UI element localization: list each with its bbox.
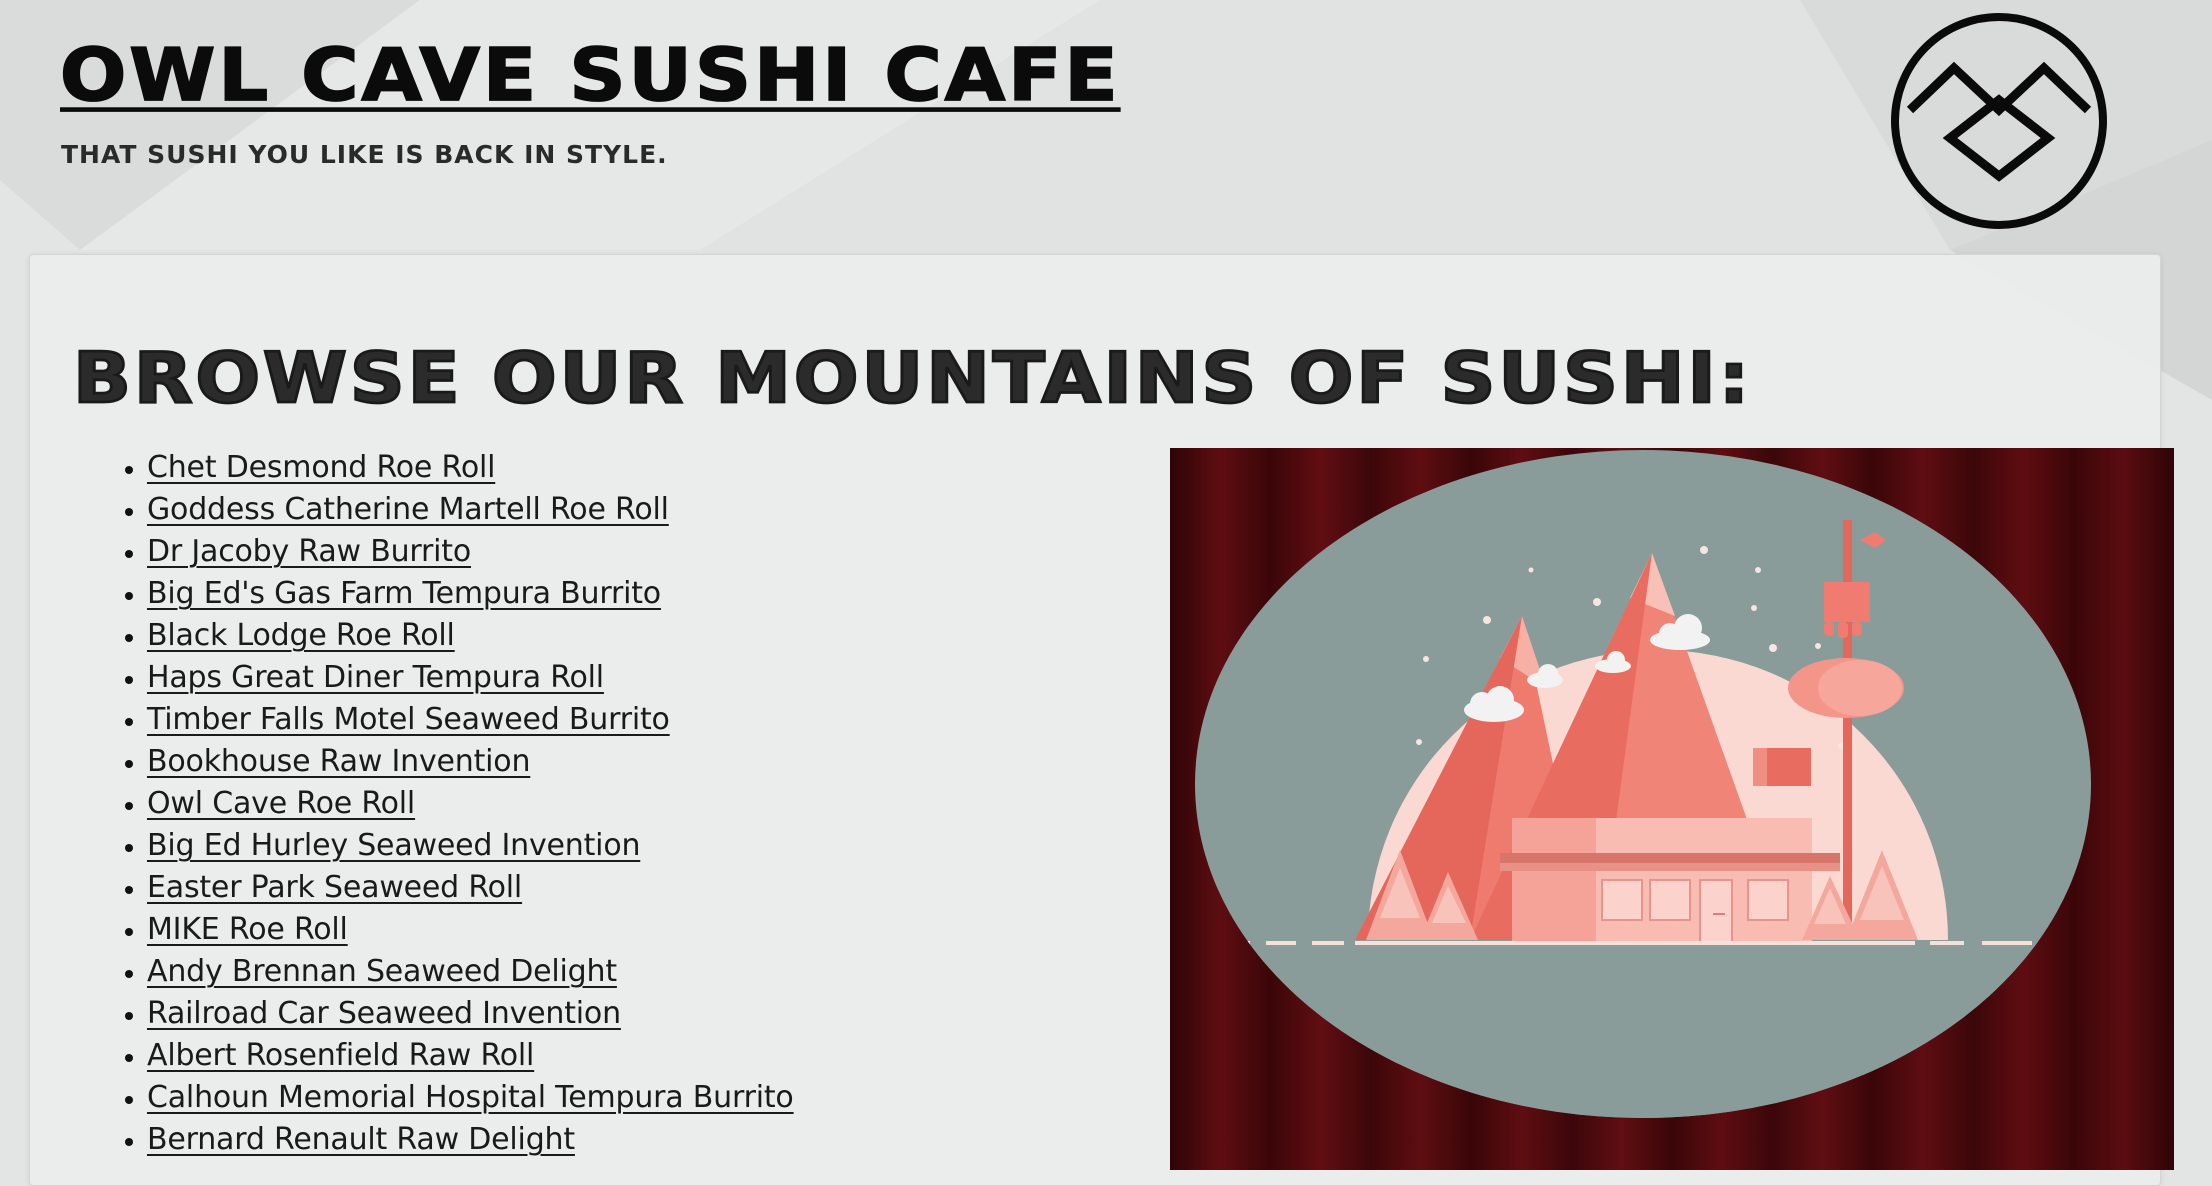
section-heading: Browse our mountains of sushi:: [71, 335, 1753, 420]
menu-item-link[interactable]: Calhoun Memorial Hospital Tempura Burrit…: [147, 1080, 794, 1115]
menu-item-link[interactable]: Black Lodge Roe Roll: [147, 618, 455, 653]
menu-list-item: Calhoun Memorial Hospital Tempura Burrit…: [147, 1077, 794, 1119]
hero-image: [1170, 448, 2174, 1170]
menu-list-item: Goddess Catherine Martell Roe Roll: [147, 489, 794, 531]
menu-item-link[interactable]: MIKE Roe Roll: [147, 912, 348, 947]
menu-list-item: Easter Park Seaweed Roll: [147, 867, 794, 909]
site-tagline: That sushi you like is back in style.: [61, 140, 668, 169]
menu-list-item: Chet Desmond Roe Roll: [147, 447, 794, 489]
menu-item-link[interactable]: Dr Jacoby Raw Burrito: [147, 534, 471, 569]
menu-list-item: Big Ed's Gas Farm Tempura Burrito: [147, 573, 794, 615]
site-title-link[interactable]: Owl Cave Sushi Cafe: [59, 30, 1121, 122]
menu-list-item: Owl Cave Roe Roll: [147, 783, 794, 825]
menu-item-link[interactable]: Bernard Renault Raw Delight: [147, 1122, 575, 1157]
menu-item-link[interactable]: Andy Brennan Seaweed Delight: [147, 954, 617, 989]
menu-item-link[interactable]: Railroad Car Seaweed Invention: [147, 996, 621, 1031]
diner-mountains-illustration-icon: [1170, 448, 2174, 1170]
menu-list-item: MIKE Roe Roll: [147, 909, 794, 951]
menu-list-item: Haps Great Diner Tempura Roll: [147, 657, 794, 699]
menu-list-item: Big Ed Hurley Seaweed Invention: [147, 825, 794, 867]
menu-list-item: Albert Rosenfield Raw Roll: [147, 1035, 794, 1077]
owl-cave-symbol-icon[interactable]: [1888, 10, 2110, 232]
menu-item-link[interactable]: Bookhouse Raw Invention: [147, 744, 530, 779]
menu-list-item: Timber Falls Motel Seaweed Burrito: [147, 699, 794, 741]
menu-item-link[interactable]: Easter Park Seaweed Roll: [147, 870, 522, 905]
menu-list-item: Bookhouse Raw Invention: [147, 741, 794, 783]
menu-item-link[interactable]: Chet Desmond Roe Roll: [147, 450, 495, 485]
menu-item-link[interactable]: Owl Cave Roe Roll: [147, 786, 415, 821]
menu-item-link[interactable]: Haps Great Diner Tempura Roll: [147, 660, 604, 695]
menu-item-link[interactable]: Albert Rosenfield Raw Roll: [147, 1038, 534, 1073]
menu-item-link[interactable]: Big Ed Hurley Seaweed Invention: [147, 828, 640, 863]
menu-list-item: Railroad Car Seaweed Invention: [147, 993, 794, 1035]
menu-list-item: Bernard Renault Raw Delight: [147, 1119, 794, 1161]
menu-list-item: Black Lodge Roe Roll: [147, 615, 794, 657]
menu-list-item: Dr Jacoby Raw Burrito: [147, 531, 794, 573]
menu-item-link[interactable]: Big Ed's Gas Farm Tempura Burrito: [147, 576, 661, 611]
menu-item-link[interactable]: Timber Falls Motel Seaweed Burrito: [147, 702, 670, 737]
menu-list-item: Andy Brennan Seaweed Delight: [147, 951, 794, 993]
site-header: Owl Cave Sushi Cafe That sushi you like …: [0, 0, 2212, 250]
menu-item-link[interactable]: Goddess Catherine Martell Roe Roll: [147, 492, 669, 527]
sushi-menu-list: Chet Desmond Roe Roll Goddess Catherine M…: [96, 447, 794, 1161]
